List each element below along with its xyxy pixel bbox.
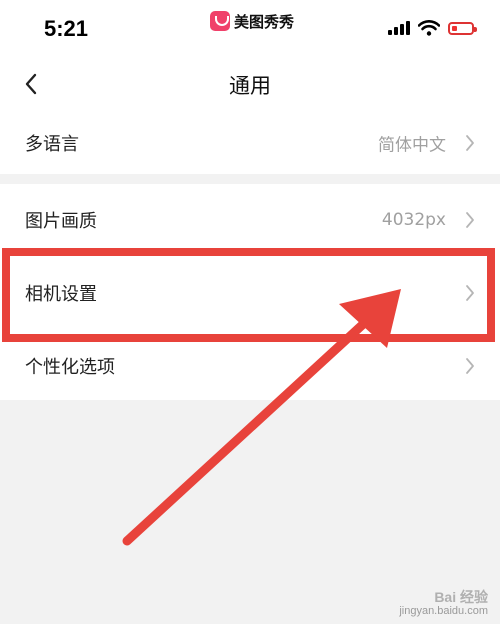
personalization-label: 个性化选项: [25, 357, 115, 378]
page-title: 通用: [229, 74, 271, 98]
chevron-right-icon: [466, 358, 474, 374]
battery-icon: [448, 21, 477, 35]
chevron-right-icon: [466, 212, 474, 228]
language-row[interactable]: 多语言 简体中文: [0, 107, 500, 179]
image-quality-row[interactable]: 图片画质 4032px: [0, 184, 500, 256]
nav-bar: 通用: [0, 56, 500, 112]
settings-group-language: 多语言 简体中文: [0, 112, 500, 174]
language-value: 简体中文: [378, 135, 446, 156]
signal-icon: [388, 21, 410, 35]
image-quality-label: 图片画质: [25, 211, 97, 232]
camera-settings-row[interactable]: 相机设置: [0, 257, 500, 329]
language-label: 多语言: [25, 134, 79, 155]
watermark-brand: Bai 经验: [434, 589, 488, 605]
wifi-icon: [418, 20, 440, 36]
status-bar: 5:21 美图秀秀: [0, 0, 500, 56]
battery-level: [452, 25, 457, 31]
app-name: 美图秀秀: [234, 12, 295, 31]
personalization-row[interactable]: 个性化选项: [0, 330, 500, 402]
chevron-right-icon: [466, 285, 474, 301]
chevron-right-icon: [466, 135, 474, 151]
settings-group-media: 图片画质 4032px 相机设置 个性化选项: [0, 184, 500, 400]
status-icons: [388, 20, 477, 36]
meitu-logo-icon: [210, 11, 230, 31]
watermark: Bai 经验 jingyan.baidu.com: [399, 590, 488, 618]
camera-settings-label: 相机设置: [25, 284, 97, 305]
app-indicator: 美图秀秀: [210, 10, 294, 32]
status-time: 5:21: [44, 16, 89, 41]
image-quality-value: 4032px: [381, 210, 446, 230]
watermark-url: jingyan.baidu.com: [399, 605, 488, 617]
